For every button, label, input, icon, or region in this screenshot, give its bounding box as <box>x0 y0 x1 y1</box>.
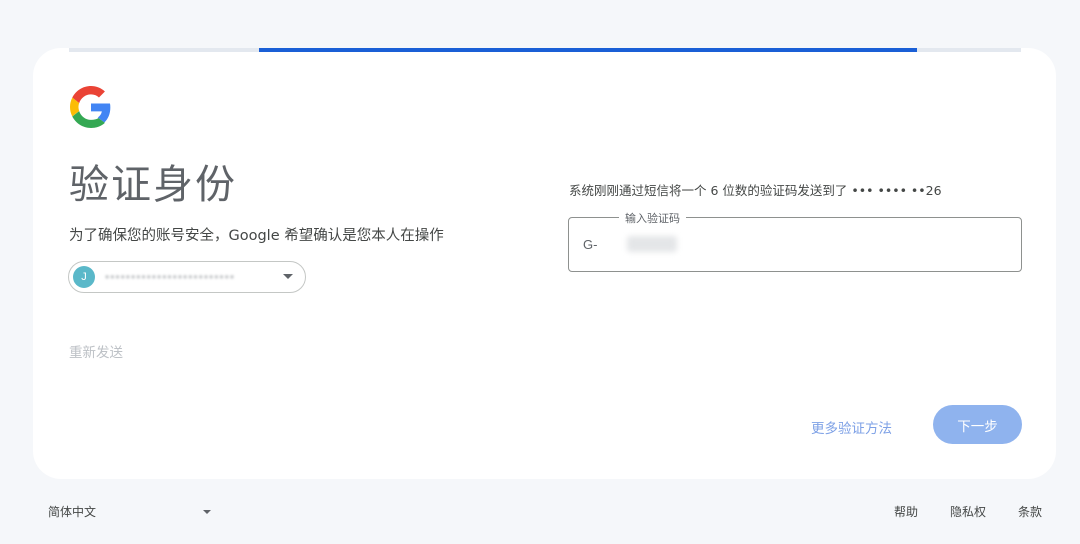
page-subtitle: 为了确保您的账号安全，Google 希望确认是您本人在操作 <box>69 228 444 244</box>
google-logo-icon <box>70 86 111 128</box>
page-title: 验证身份 <box>69 162 237 208</box>
code-prefix: G- <box>583 237 598 252</box>
more-verification-methods-link[interactable]: 更多验证方法 <box>811 417 892 437</box>
chevron-down-icon <box>203 510 211 514</box>
next-button[interactable]: 下一步 <box>933 405 1022 444</box>
footer-terms-link[interactable]: 条款 <box>1018 503 1042 520</box>
code-field-label: 输入验证码 <box>619 210 686 226</box>
progress-bar <box>259 48 917 52</box>
verification-code-input[interactable] <box>625 232 1005 258</box>
language-selector[interactable]: 简体中文 <box>48 503 96 520</box>
sms-notice: 系统刚刚通过短信将一个 6 位数的验证码发送到了 ••• •••• ••26 <box>569 183 942 198</box>
chevron-down-icon <box>283 274 293 279</box>
verification-card: 验证身份 为了确保您的账号安全，Google 希望确认是您本人在操作 J •••… <box>33 48 1056 479</box>
footer-help-link[interactable]: 帮助 <box>894 503 918 520</box>
footer-privacy-link[interactable]: 隐私权 <box>950 503 986 520</box>
verification-code-field[interactable]: 输入验证码 G- <box>568 210 1022 272</box>
avatar: J <box>73 266 95 288</box>
resend-button[interactable]: 重新发送 <box>69 341 123 361</box>
account-selector[interactable]: J ••••••••••••••••••••••••• <box>68 261 306 293</box>
account-email: ••••••••••••••••••••••••• <box>105 270 236 284</box>
